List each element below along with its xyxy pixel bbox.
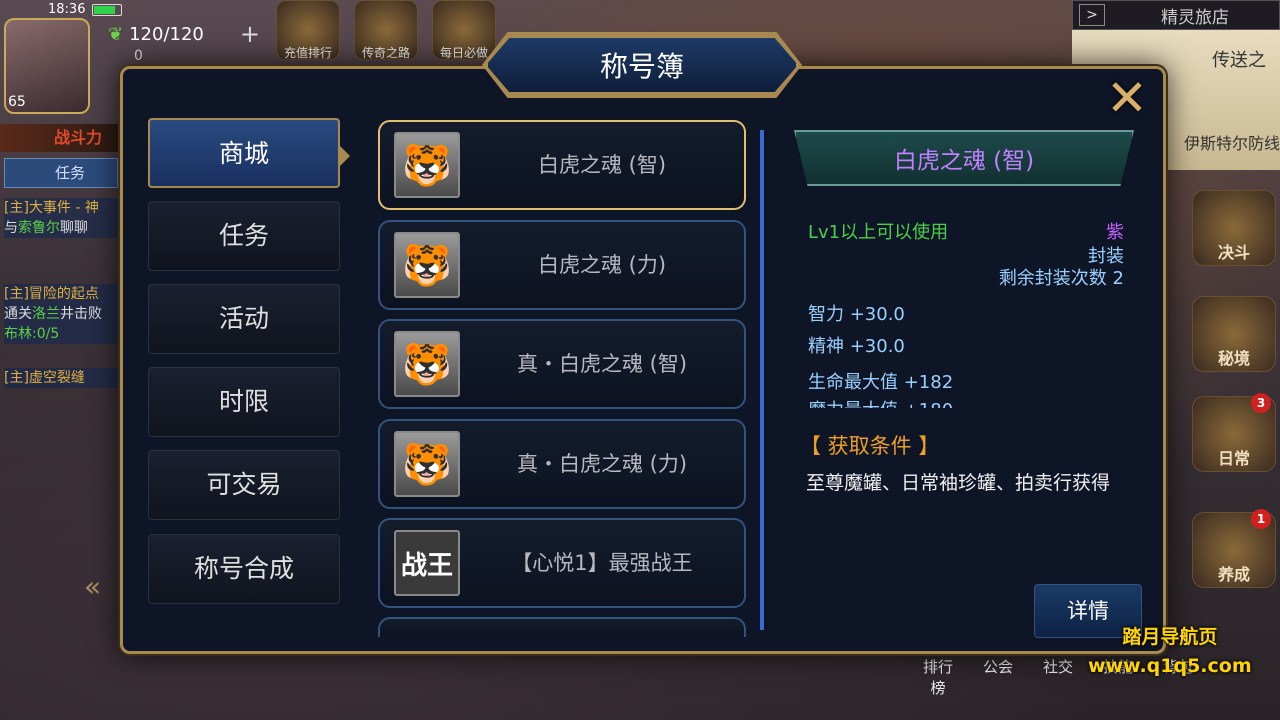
stat-line-clipped: 魔力最大值 +180 [808,396,1008,408]
stamina-display: ❦ 120/120 + [108,20,260,48]
add-stamina-button[interactable]: + [240,20,260,48]
category-tab-synthesis[interactable]: 称号合成 [148,534,340,604]
recharge-rank-icon[interactable]: 充值排行 [276,0,340,60]
top-icon-label: 每日必做 [439,46,488,60]
side-icon-label: 秘境 [1217,349,1250,368]
leaf-icon: ❦ [108,23,124,45]
battle-power-label: 战斗力 [0,124,120,152]
guild-button[interactable]: 公会 [976,656,1020,698]
quest-title: [主]虚空裂缝 [4,370,85,386]
spirit-inn-panel[interactable]: > 精灵旅店 [1072,0,1280,30]
quest-desc: 通关 [4,306,32,322]
stat-line: 智力 +30.0 [808,304,905,325]
stat-line: 精神 +30.0 [808,336,905,357]
notification-badge: 1 [1251,509,1271,529]
cultivate-icon[interactable]: 养成 1 [1192,509,1276,588]
top-icon-bar: 充值排行 传奇之路 每日必做 [276,0,496,60]
side-icon-label: 日常 [1217,449,1250,468]
category-tab-quest[interactable]: 任务 [148,201,340,271]
expand-arrow-icon[interactable]: > [1079,4,1105,26]
quest-npc: 洛兰 [32,306,60,322]
quest-item[interactable]: [主]大事件 - 神 与索鲁尔聊聊 [4,198,120,238]
legend-road-icon[interactable]: 传奇之路 [354,0,418,60]
tiger-icon: 🐯 [394,331,460,397]
detail-title-banner: 白虎之魂 (智) [794,130,1134,186]
side-icon-label: 养成 [1217,565,1250,584]
title-list-item-partial[interactable] [378,617,746,637]
title-item-name: 【心悦1】最强战王 [511,551,693,575]
quest-title: [主]冒险的起点 [4,286,99,302]
zhanwang-icon: 战王 [394,530,460,596]
stamina-value: 120/120 [129,23,204,45]
quest-desc: 与 [4,220,18,236]
title-list-item[interactable]: 战王 【心悦1】最强战王 [378,518,746,608]
duel-icon[interactable]: 决斗 [1192,190,1276,266]
top-icon-label: 传奇之路 [361,46,410,60]
social-button[interactable]: 社交 [1036,656,1080,698]
left-arrow-icon[interactable]: « [84,570,101,603]
title-item-name: 真・白虎之魂 (智) [516,352,688,376]
battery-icon [92,4,122,16]
quest-item[interactable]: [主]虚空裂缝 [4,368,120,388]
title-item-name: 真・白虎之魂 (力) [516,452,688,476]
quest-desc: 聊聊 [60,220,88,236]
category-tab-limited[interactable]: 时限 [148,367,340,437]
stat-line: 生命最大值 +182 [808,372,954,393]
status-time: 18:36 [48,2,86,17]
acquire-heading: 【 获取条件 】 [800,434,940,458]
category-tab-mall[interactable]: 商城 [148,118,350,188]
tiger-icon: 🐯 [394,132,460,198]
quest-item[interactable]: [主]冒险的起点 通关洛兰井击败 布林:0/5 [4,284,120,344]
acquire-text: 至尊魔罐、日常袖珍罐、拍卖行获得 [806,472,1111,494]
close-icon[interactable]: ✕ [1104,73,1150,123]
daily-icon[interactable]: 日常 3 [1192,393,1276,472]
watermark: 踏月导航页 www.q1q5.com [1088,622,1252,677]
player-level: 65 [8,94,26,110]
title-list-item[interactable]: 🐯 真・白虎之魂 (智) [378,319,746,409]
tiger-icon: 🐯 [394,431,460,497]
location-label: 伊斯特尔防线 [1183,134,1280,153]
teleport-label: 传送之 [1212,50,1266,71]
level-requirement: Lv1以上可以使用 [808,222,949,243]
spirit-inn-title: 精灵旅店 [1161,7,1229,28]
tiger-icon: 🐯 [394,232,460,298]
title-list-item[interactable]: 🐯 真・白虎之魂 (力) [378,419,746,509]
title-item-name: 白虎之魂 (力) [537,253,667,277]
secret-realm-icon[interactable]: 秘境 [1192,296,1276,372]
title-list-item[interactable]: 🐯 白虎之魂 (力) [378,220,746,310]
category-tab-tradable[interactable]: 可交易 [148,450,340,520]
category-tab-event[interactable]: 活动 [148,284,340,354]
modal-title: 称号簿 [486,36,798,94]
quest-npc: 索鲁尔 [18,220,60,236]
watermark-title: 踏月导航页 [1122,626,1218,648]
quest-title: [主]大事件 - 神 [4,200,99,216]
seal-remaining: 剩余封装次数 2 [998,268,1124,289]
title-item-name: 白虎之魂 (智) [537,153,667,177]
notification-badge: 3 [1251,393,1271,413]
top-icon-label: 充值排行 [283,46,332,60]
title-list-scrollbar[interactable] [760,130,764,630]
quest-desc: 井击败 [60,306,102,322]
ranking-button[interactable]: 排行榜 [916,656,960,698]
quest-tab[interactable]: 任务 [4,158,118,188]
watermark-url: www.q1q5.com [1088,655,1252,677]
quest-progress: 布林:0/5 [4,326,60,342]
stat-line: 魔力最大值 +180 [808,396,1008,408]
side-icon-label: 决斗 [1217,243,1250,262]
grade-label: 紫 [1106,222,1124,243]
gold-value: 0 [134,48,143,64]
daily-todo-icon[interactable]: 每日必做 [432,0,496,60]
title-list-item[interactable]: 🐯 白虎之魂 (智) [378,120,746,210]
